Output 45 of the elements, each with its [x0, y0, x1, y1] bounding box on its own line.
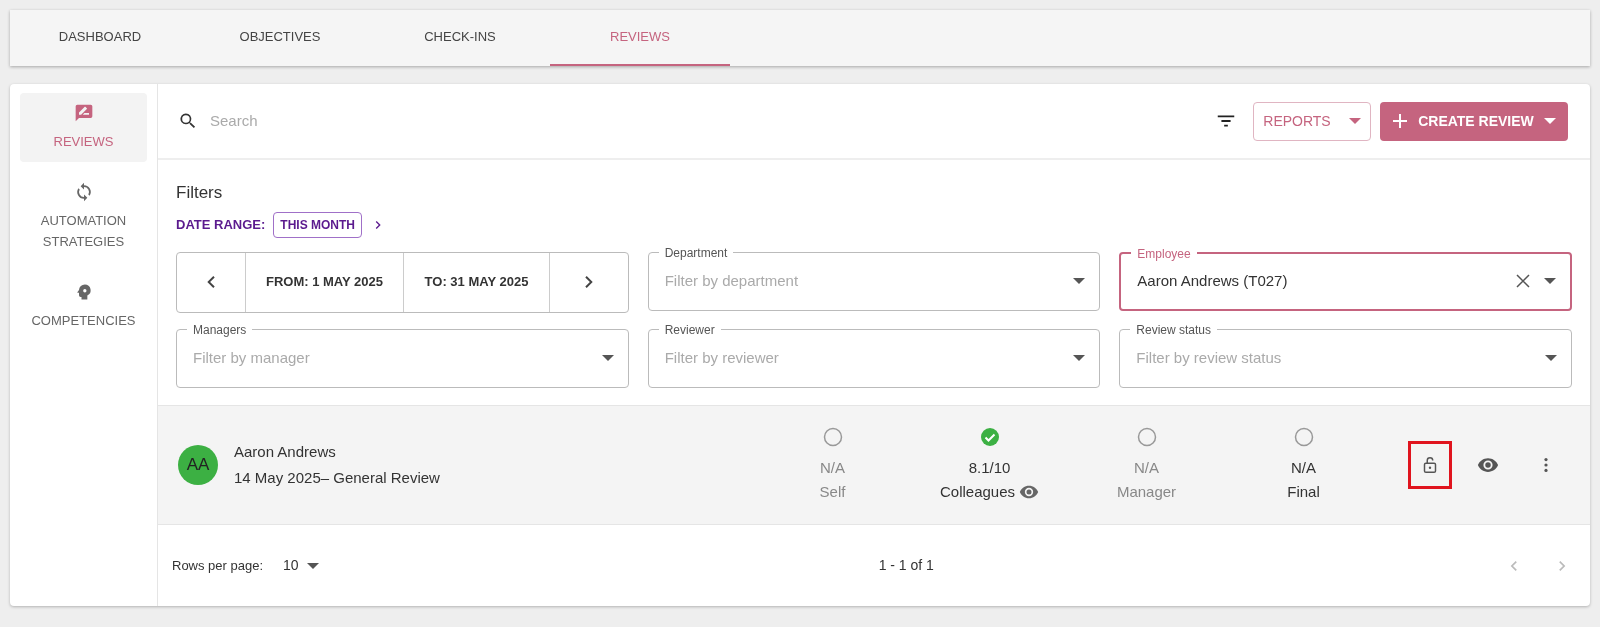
review-row[interactable]: AA Aaron Andrews 14 May 2025– General Review N/A Self 8.1/10 Colleagues N/A Manager N/A Final — [158, 406, 1590, 525]
stage-label: Colleagues — [939, 482, 1016, 502]
chevron-right-icon — [584, 276, 593, 288]
rows-per-page-label: Rows per page: — [172, 556, 264, 575]
nav-tab[interactable]: OBJECTIVES — [190, 10, 370, 66]
filters-title: Filters — [176, 182, 224, 204]
stage-label: Self — [819, 482, 846, 502]
chevron-left-icon — [207, 276, 215, 288]
stage-score: N/A — [1134, 457, 1159, 478]
sidebar-item[interactable]: AUTOMATION STRATEGIES — [20, 172, 147, 262]
stage-score: N/A — [1291, 457, 1316, 478]
stage-score: 8.1/10 — [968, 457, 1011, 478]
caret-icon — [1543, 117, 1556, 125]
clear-icon[interactable] — [1516, 274, 1530, 288]
page-range: 1 - 1 of 1 — [878, 556, 934, 575]
stage-score: N/A — [820, 457, 845, 478]
sidebar-item[interactable]: COMPETENCIES — [20, 272, 147, 341]
nav-tab[interactable]: DASHBOARD — [10, 10, 190, 66]
rows-per-page-select[interactable]: 10 — [283, 555, 319, 576]
to-date[interactable]: TO: 31 MAY 2025 — [404, 252, 550, 312]
reports-button[interactable]: REPORTS — [1253, 101, 1371, 141]
stage-label: Final — [1287, 482, 1320, 502]
nav-tab[interactable]: REVIEWS — [550, 10, 730, 66]
caret-icon — [1348, 117, 1361, 125]
caret-icon — [1544, 277, 1556, 285]
create-review-button[interactable]: CREATE REVIEW — [1380, 101, 1568, 141]
from-date[interactable]: FROM: 1 MAY 2025 — [246, 252, 404, 312]
review-title: 14 May 2025– General Review — [234, 468, 441, 488]
plus-icon — [1392, 113, 1409, 129]
more-vertical-icon — [1544, 458, 1548, 472]
caret-icon — [1073, 354, 1086, 362]
employee-name: Aaron Andrews — [234, 441, 337, 462]
caret-icon — [306, 561, 319, 570]
caret-icon — [601, 354, 614, 362]
rate-review-icon — [73, 103, 94, 123]
search-icon — [178, 111, 198, 131]
caret-icon — [1545, 354, 1557, 362]
date-range-chip[interactable]: THIS MONTH — [273, 211, 362, 238]
caret-icon — [1073, 277, 1086, 285]
avatar: AA — [178, 445, 218, 485]
lock-button[interactable] — [1408, 441, 1452, 489]
stage-label: Manager — [1116, 482, 1177, 502]
date-range-label: DATE RANGE: — [176, 215, 266, 234]
search-field[interactable]: Search — [210, 109, 1215, 133]
nav-tab[interactable]: CHECK-INS — [370, 10, 550, 66]
